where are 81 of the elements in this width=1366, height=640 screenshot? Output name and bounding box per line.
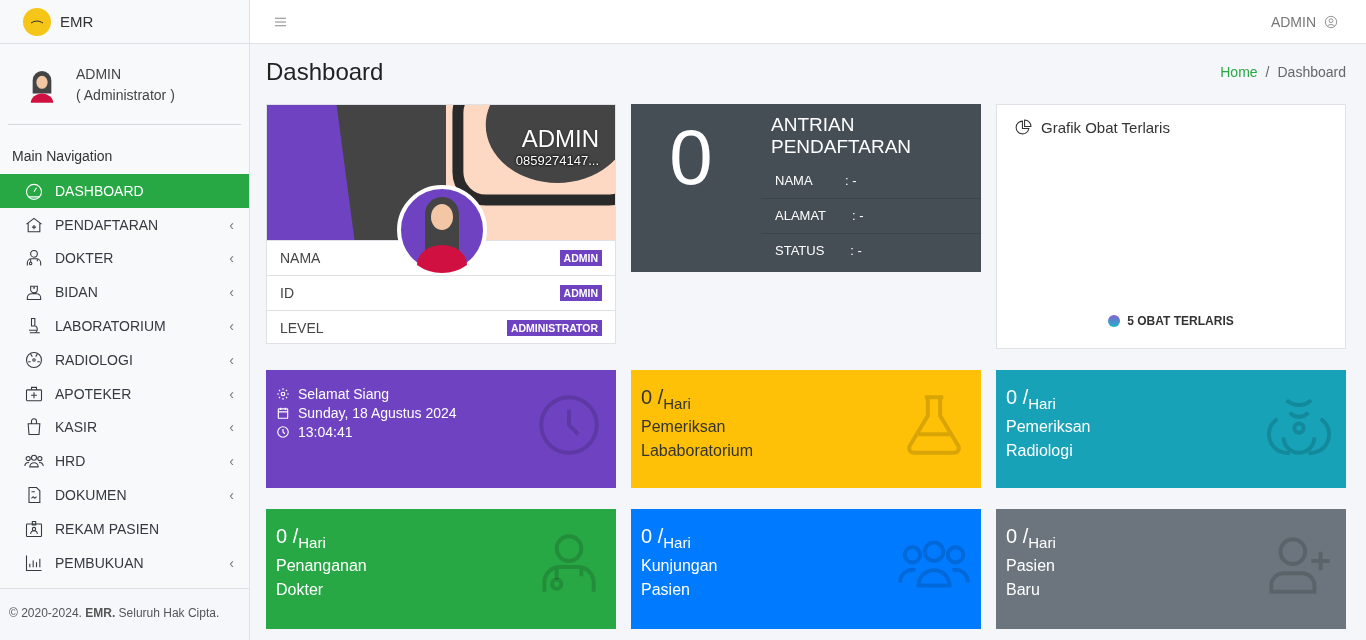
greeting-text: Sunday, 18 Agustus 2024: [298, 405, 457, 421]
caret-icon: ‹: [229, 351, 234, 368]
field-label: STATUS: [775, 243, 825, 259]
field-label: LEVEL: [280, 320, 324, 336]
caret-icon: ‹: [229, 318, 234, 335]
clock-icon: [276, 425, 290, 439]
stat-label: Pasien: [1006, 556, 1056, 576]
value-badge: ADMIN: [559, 285, 602, 301]
pie-chart-icon: [1015, 119, 1032, 136]
legend-dot-icon: [1108, 315, 1121, 327]
user-name: ADMIN: [76, 66, 123, 82]
stat-value: 0 /: [641, 525, 664, 547]
nav-heading: Main Navigation: [11, 147, 114, 166]
user-role: ( Administrator ): [76, 87, 175, 103]
nav-item[interactable]: LABORATORIUM ‹: [0, 309, 249, 343]
field-label: ALAMAT: [775, 208, 827, 224]
stat-label: Pasien: [641, 580, 691, 600]
legend-label: 5 OBAT TERLARIS: [1127, 314, 1234, 328]
stat-value: 0 /: [641, 386, 664, 408]
stat-label: Dokter: [276, 580, 325, 600]
profile-phone: 0859274147...: [515, 153, 599, 168]
menu-icon[interactable]: [274, 15, 287, 28]
caret-icon: ‹: [229, 487, 234, 504]
avatar-icon: [397, 185, 487, 275]
field-value: : -: [850, 243, 862, 259]
nav-item[interactable]: DOKUMEN ‹: [0, 478, 249, 512]
stat-value: 0 /: [1006, 386, 1029, 408]
caret-icon: ‹: [229, 250, 234, 267]
stat-label: Kunjungan: [641, 556, 718, 576]
nav-item[interactable]: BIDAN ‹: [0, 275, 249, 310]
caret-icon: ‹: [229, 284, 234, 301]
field-label: ID: [280, 285, 294, 301]
stat-unit: Hari: [663, 534, 691, 551]
stat-label: Radiologi: [1006, 441, 1074, 461]
avatar-icon: [28, 68, 56, 104]
caret-icon: ‹: [229, 216, 234, 233]
stat-label: Penanganan: [276, 556, 367, 576]
value-badge: ADMINISTRATOR: [506, 320, 602, 336]
caret-icon: ‹: [229, 554, 234, 571]
stat-unit: Hari: [1028, 534, 1056, 551]
caret-icon: ‹: [229, 385, 234, 402]
chart-title: Grafik Obat Terlaris: [1041, 119, 1170, 136]
nav-item[interactable]: HRD ‹: [0, 444, 249, 479]
greeting-text: 13:04:41: [298, 424, 353, 440]
stat-value: 0 /: [276, 525, 299, 547]
caret-icon: ‹: [229, 419, 234, 436]
stat-label: Baru: [1006, 580, 1041, 600]
nav-item[interactable]: REKAM PASIEN: [0, 511, 249, 546]
logo-icon: [23, 7, 51, 36]
nav-item[interactable]: APOTEKER ‹: [0, 376, 249, 411]
greeting-text: Selamat Siang: [298, 386, 390, 402]
field-label: NAMA: [280, 250, 321, 266]
caret-icon: ‹: [229, 453, 234, 470]
nav-item[interactable]: DOKTER ‹: [0, 241, 249, 276]
brand-name: EMR: [60, 13, 94, 30]
nav-item[interactable]: PEMBUKUAN ‹: [0, 545, 249, 580]
stat-label: Lababoratorium: [641, 441, 754, 461]
stat-label: Pemeriksan: [641, 417, 727, 437]
nav-item[interactable]: PENDAFTARAN ‹: [0, 207, 249, 242]
breadcrumb-separator: /: [1265, 64, 1270, 80]
nav-item[interactable]: RADIOLOGI ‹: [0, 343, 249, 377]
stat-unit: Hari: [298, 534, 326, 551]
field-label: NAMA: [775, 173, 814, 189]
stat-value: 0 /: [1006, 525, 1029, 547]
calendar-icon: [276, 406, 290, 420]
queue-title: ANTRIAN PENDAFTARAN: [770, 113, 913, 159]
top-user-name[interactable]: ADMIN: [1270, 13, 1316, 30]
stat-unit: Hari: [1028, 395, 1056, 412]
profile-name: ADMIN: [521, 125, 599, 153]
nav-item[interactable]: KASIR ‹: [0, 410, 249, 445]
queue-count: 0: [668, 112, 714, 203]
doctor-icon: [24, 248, 44, 269]
user-icon[interactable]: [1324, 14, 1338, 29]
stat-label: Pemeriksan: [1006, 417, 1091, 437]
breadcrumb-item[interactable]: Dashboard: [1277, 64, 1346, 80]
idcard-icon: [24, 518, 44, 539]
stat-unit: Hari: [663, 395, 691, 412]
value-badge: ADMIN: [559, 250, 602, 266]
field-value: : -: [852, 208, 864, 224]
page-title: Dashboard: [266, 58, 384, 86]
field-value: : -: [845, 173, 857, 189]
